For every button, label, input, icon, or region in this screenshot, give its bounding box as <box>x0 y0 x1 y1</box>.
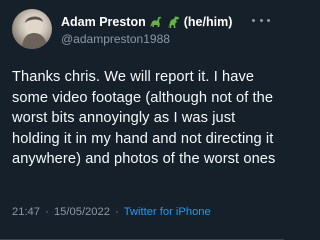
tweet-meta: 21:47 · 15/05/2022 · Twitter for iPhone <box>12 206 211 218</box>
tweet-header: Adam Preston (he/him) @adampreston1988 <box>61 13 272 49</box>
more-dot <box>252 18 255 22</box>
author-pronouns: (he/him) <box>183 15 233 29</box>
tweet-text: Thanks chris. We will report it. I have … <box>12 69 276 167</box>
more-dot <box>259 18 263 22</box>
more-horizontal-icon[interactable] <box>252 15 270 25</box>
avatar-photo <box>22 16 47 49</box>
meta-separator: · <box>115 206 119 218</box>
tweet: Adam Preston (he/him) @adampreston1988 T… <box>0 0 284 240</box>
t-rex-dinosaur-emoji <box>166 15 180 29</box>
meta-separator: · <box>45 206 49 218</box>
more-dot <box>267 18 270 22</box>
author-display-name[interactable]: Adam Preston <box>61 15 146 29</box>
tweet-date[interactable]: 15/05/2022 <box>54 206 110 218</box>
tweet-time[interactable]: 21:47 <box>12 206 40 218</box>
avatar[interactable] <box>12 9 52 49</box>
author-name-row: Adam Preston (he/him) <box>61 13 272 31</box>
author-handle[interactable]: @adampreston1988 <box>61 32 272 46</box>
sauropod-dinosaur-emoji <box>149 15 163 29</box>
tweet-source-link[interactable]: Twitter for iPhone <box>124 206 211 218</box>
